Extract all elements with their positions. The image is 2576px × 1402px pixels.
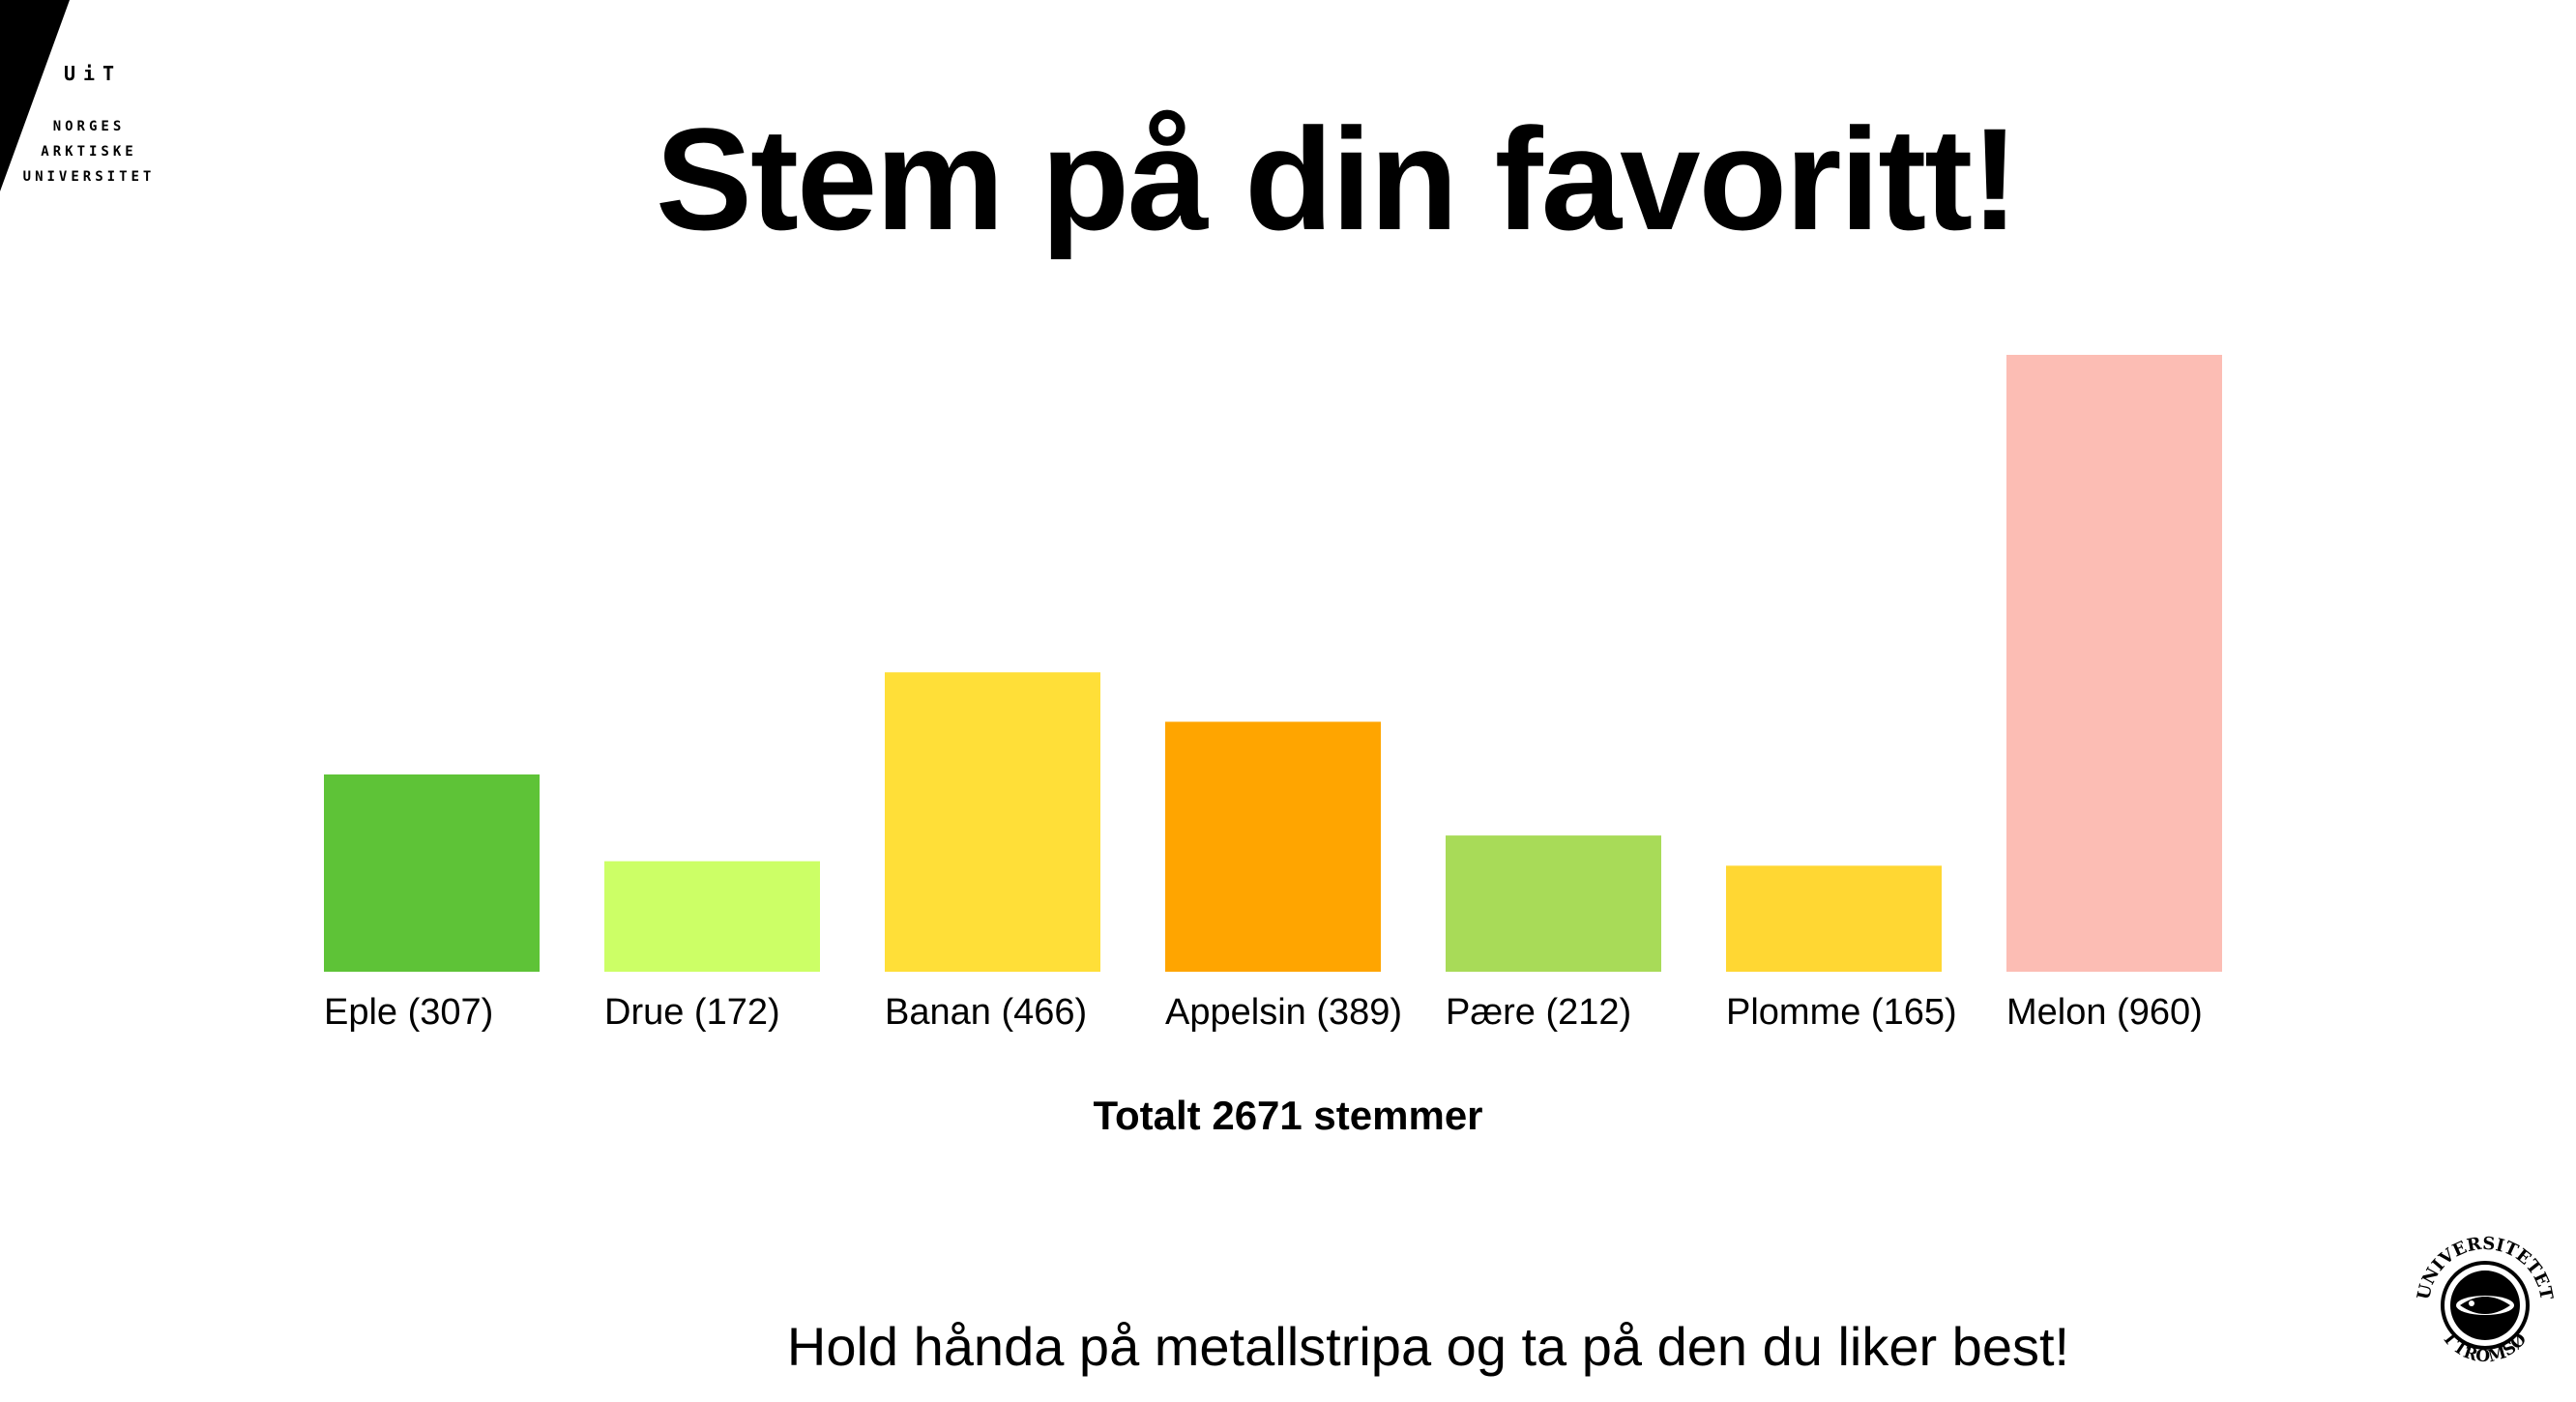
bar-label-appelsin: Appelsin (389) [1165, 992, 1402, 1033]
bar-drue [604, 861, 820, 972]
instruction-text: Hold hånda på metallstripa og ta på den … [786, 1316, 2070, 1377]
bar-label-banan: Banan (466) [885, 992, 1087, 1033]
vote-bar-chart: Eple (307) Drue (172) Banan (466) Appelsin … [324, 355, 2222, 1033]
university-seal-icon: UNIVERSITETET I TROMSØ [2414, 1234, 2557, 1367]
bar-plomme [1726, 865, 1942, 972]
bar-melon [2006, 355, 2222, 972]
bar-label-plomme: Plomme (165) [1726, 992, 1957, 1033]
bar-label-eple: Eple (307) [324, 992, 493, 1033]
bar-label-drue: Drue (172) [604, 992, 780, 1033]
bar-label-melon: Melon (960) [2006, 992, 2203, 1033]
bar-banan [885, 672, 1100, 972]
bar-eple [324, 774, 540, 972]
total-votes: Totalt 2671 stemmer [1093, 1093, 1483, 1138]
bar-appelsin [1165, 721, 1381, 972]
bar-pære [1446, 835, 1661, 972]
bar-label-pære: Pære (212) [1446, 992, 1631, 1033]
